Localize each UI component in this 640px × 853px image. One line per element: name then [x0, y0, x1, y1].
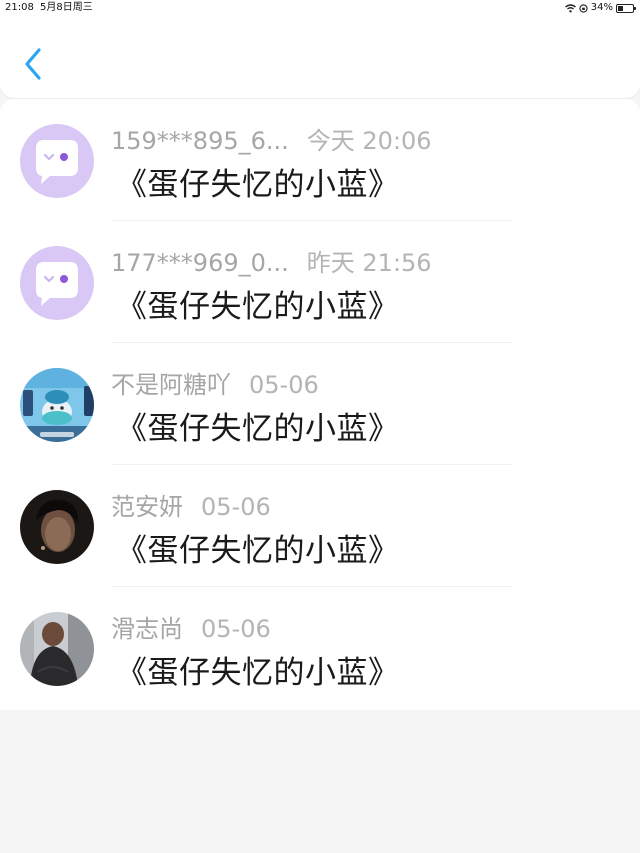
- comment-text: 《蛋仔失忆的小蓝》: [116, 655, 400, 691]
- comment-row[interactable]: 不是阿糖吖 05-06 《蛋仔失忆的小蓝》: [0, 343, 640, 465]
- comment-time: 05-06: [201, 493, 271, 521]
- comment-row[interactable]: 177***969_0... 昨天 21:56 《蛋仔失忆的小蓝》: [0, 221, 640, 343]
- back-button[interactable]: [20, 46, 48, 82]
- comment-meta: 不是阿糖吖 05-06: [111, 365, 319, 401]
- commenter-name[interactable]: 范安妍: [111, 487, 183, 522]
- comment-text: 《蛋仔失忆的小蓝》: [116, 289, 400, 325]
- commenter-name[interactable]: 不是阿糖吖: [111, 365, 231, 400]
- chat-bubble-icon: [36, 262, 78, 306]
- status-time: 21:08: [5, 2, 34, 13]
- comment-meta: 159***895_6... 今天 20:06: [111, 121, 432, 157]
- photo-avatar[interactable]: [20, 612, 94, 686]
- person-photo-image: [20, 612, 94, 686]
- comment-text: 《蛋仔失忆的小蓝》: [116, 533, 400, 569]
- comment-meta: 177***969_0... 昨天 21:56: [111, 243, 432, 279]
- battery-icon: [616, 3, 636, 13]
- orientation-lock-icon: [579, 3, 588, 13]
- chevron-left-icon: [25, 48, 41, 80]
- comment-list: 159***895_6... 今天 20:06 《蛋仔失忆的小蓝》 177***…: [0, 99, 640, 710]
- battery-percent: 34%: [590, 2, 613, 13]
- commenter-name[interactable]: 177***969_0...: [111, 249, 289, 277]
- commenter-name[interactable]: 159***895_6...: [111, 127, 289, 155]
- comment-time: 05-06: [249, 371, 319, 399]
- comment-time: 05-06: [201, 615, 271, 643]
- portrait-photo-image: [20, 490, 94, 564]
- comment-text: 《蛋仔失忆的小蓝》: [116, 411, 400, 447]
- chat-bubble-icon: [36, 140, 78, 184]
- default-chat-avatar[interactable]: [20, 246, 94, 320]
- wifi-icon: [564, 3, 576, 12]
- comment-meta: 范安妍 05-06: [111, 487, 271, 523]
- comment-time: 昨天 21:56: [306, 249, 432, 277]
- comment-row[interactable]: 159***895_6... 今天 20:06 《蛋仔失忆的小蓝》: [0, 99, 640, 221]
- comment-time: 今天 20:06: [306, 127, 432, 155]
- status-bar: 21:08 5月8日周三 34%: [0, 0, 640, 16]
- default-chat-avatar[interactable]: [20, 124, 94, 198]
- top-nav-bar: [0, 16, 640, 98]
- comment-row[interactable]: 滑志尚 05-06 《蛋仔失忆的小蓝》: [0, 587, 640, 709]
- comment-meta: 滑志尚 05-06: [111, 609, 271, 645]
- game-character-avatar[interactable]: [20, 368, 94, 442]
- comment-text: 《蛋仔失忆的小蓝》: [116, 167, 400, 203]
- commenter-name[interactable]: 滑志尚: [111, 609, 183, 644]
- status-date: 5月8日周三: [40, 2, 93, 13]
- game-screenshot-image: [20, 368, 94, 442]
- portrait-avatar[interactable]: [20, 490, 94, 564]
- status-indicators: 34%: [564, 0, 636, 16]
- comment-row[interactable]: 范安妍 05-06 《蛋仔失忆的小蓝》: [0, 465, 640, 587]
